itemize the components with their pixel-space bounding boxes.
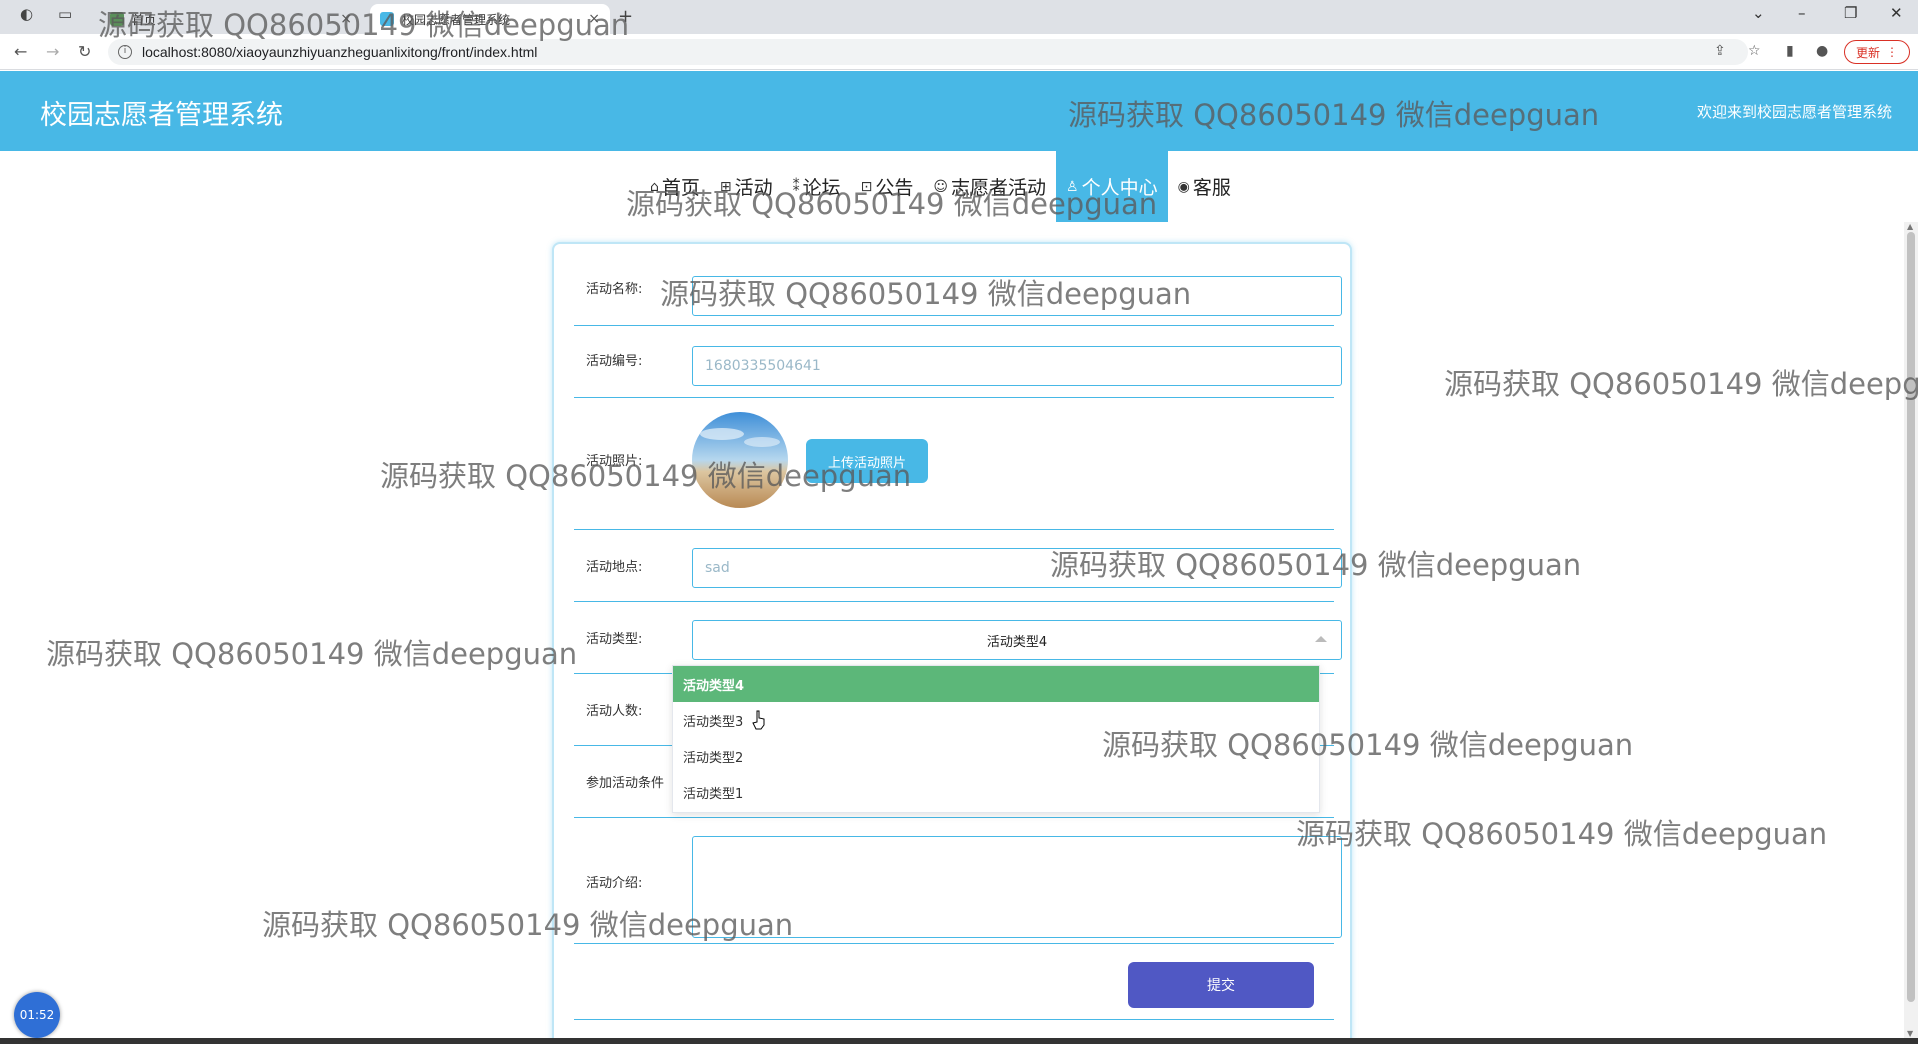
profile-icon[interactable]: ● bbox=[1816, 43, 1828, 59]
watermark: 源码获取 QQ86050149 微信deepguan bbox=[1444, 367, 1918, 401]
type-dropdown: 活动类型4 活动类型3 活动类型2 活动类型1 bbox=[672, 665, 1320, 813]
nav-label: 志愿者活动 bbox=[951, 177, 1047, 199]
new-tab-icon[interactable]: + bbox=[618, 6, 633, 27]
form-row-type: 活动类型: 活动类型4 bbox=[574, 602, 1342, 674]
service-icon: ◉ bbox=[1177, 178, 1190, 195]
side-panel-icon[interactable]: ▮ bbox=[1786, 43, 1794, 59]
count-label: 活动人数: bbox=[586, 704, 643, 719]
browser-tab-home[interactable]: 首页 × bbox=[100, 4, 362, 34]
nav-item-notice[interactable]: ⊡ 公告 bbox=[851, 151, 924, 222]
back-arrow-icon[interactable]: ← bbox=[14, 42, 27, 61]
name-label: 活动名称: bbox=[586, 282, 643, 297]
recording-timer: 01:52 bbox=[14, 992, 60, 1038]
place-input[interactable]: sad bbox=[692, 548, 1342, 588]
code-input[interactable]: 1680335504641 bbox=[692, 346, 1342, 386]
form-row-photo: 活动照片: 上传活动照片 bbox=[574, 398, 1334, 530]
browser-menu-icon[interactable]: ◐ bbox=[20, 5, 33, 23]
close-window-icon[interactable]: ✕ bbox=[1890, 4, 1903, 22]
photo-label: 活动照片: bbox=[586, 454, 643, 469]
url-field[interactable]: i localhost:8080/xiaoyaunzhiyuanzheguanl… bbox=[108, 39, 1748, 65]
browser-address-bar: ← → ↻ i localhost:8080/xiaoyaunzhiyuanzh… bbox=[0, 34, 1918, 70]
nav-item-home[interactable]: ⌂ 首页 bbox=[640, 151, 710, 222]
close-icon[interactable]: × bbox=[340, 11, 352, 27]
site-favicon-icon bbox=[110, 12, 124, 26]
chevron-down-icon[interactable]: ⌄ bbox=[1752, 4, 1765, 22]
page-scrollbar[interactable]: ▲ ▼ bbox=[1904, 222, 1918, 1038]
code-label: 活动编号: bbox=[586, 354, 643, 369]
scroll-up-icon[interactable]: ▲ bbox=[1907, 222, 1913, 231]
nav-item-volunteer-activity[interactable]: ☺ 志愿者活动 bbox=[923, 151, 1056, 222]
intro-textarea[interactable] bbox=[692, 836, 1342, 938]
minimize-icon[interactable]: – bbox=[1798, 4, 1806, 22]
nav-label: 活动 bbox=[734, 177, 773, 199]
activity-photo bbox=[692, 412, 788, 508]
dropdown-option[interactable]: 活动类型4 bbox=[673, 666, 1319, 702]
nav-item-forum[interactable]: ⁑ 论坛 bbox=[783, 151, 851, 222]
dropdown-option[interactable]: 活动类型3 bbox=[673, 702, 1319, 738]
dropdown-option[interactable]: 活动类型1 bbox=[673, 774, 1319, 810]
star-icon[interactable]: ☆ bbox=[1748, 43, 1761, 59]
nav-label: 论坛 bbox=[802, 177, 841, 199]
forward-arrow-icon[interactable]: → bbox=[46, 42, 59, 61]
tab-search-icon[interactable]: ▭ bbox=[58, 5, 72, 23]
dropdown-option[interactable]: 活动类型2 bbox=[673, 738, 1319, 774]
form-row-place: 活动地点: sad bbox=[574, 530, 1342, 602]
nav-label: 客服 bbox=[1192, 177, 1231, 199]
update-button[interactable]: 更新 ⋮ bbox=[1844, 40, 1910, 64]
activity-form: 活动名称: 活动编号: 1680335504641 活动照片: 上传活动照片 活… bbox=[552, 242, 1352, 1044]
type-select[interactable]: 活动类型4 bbox=[692, 620, 1342, 660]
tab-title: 校园志愿者管理系统 bbox=[402, 12, 511, 27]
user-icon: ♙ bbox=[1066, 178, 1079, 195]
watermark: 源码获取 QQ86050149 微信deepguan bbox=[1296, 817, 1828, 851]
caret-up-icon bbox=[1315, 636, 1327, 642]
share-icon[interactable]: ⇪ bbox=[1714, 43, 1726, 59]
browser-tab-system[interactable]: 校园志愿者管理系统 × bbox=[370, 4, 610, 34]
site-header: 校园志愿者管理系统 欢迎来到校园志愿者管理系统 bbox=[0, 71, 1918, 151]
form-row-submit: 提交 bbox=[574, 944, 1334, 1020]
tab-title: 首页 bbox=[132, 12, 157, 27]
notice-icon: ⊡ bbox=[860, 178, 873, 195]
forum-icon: ⁑ bbox=[792, 178, 800, 195]
nav-item-service[interactable]: ◉ 客服 bbox=[1168, 151, 1241, 222]
name-input[interactable] bbox=[692, 276, 1342, 316]
taskbar-strip bbox=[0, 1038, 1918, 1044]
submit-button[interactable]: 提交 bbox=[1128, 962, 1314, 1008]
nav-item-activity[interactable]: ⊞ 活动 bbox=[710, 151, 783, 222]
url-text: localhost:8080/xiaoyaunzhiyuanzheguanlix… bbox=[142, 44, 538, 60]
smile-icon: ☺ bbox=[933, 178, 949, 195]
intro-label: 活动介绍: bbox=[586, 876, 643, 891]
more-icon: ⋮ bbox=[1886, 45, 1898, 59]
update-label: 更新 bbox=[1855, 45, 1880, 60]
site-welcome: 欢迎来到校园志愿者管理系统 bbox=[1696, 103, 1892, 121]
main-nav: ⌂ 首页 ⊞ 活动 ⁑ 论坛 ⊡ 公告 ☺ 志愿者活动 ♙ 个人中心 ◉ 客服 bbox=[640, 151, 1241, 222]
type-label: 活动类型: bbox=[586, 632, 643, 647]
form-row-intro: 活动介绍: bbox=[574, 818, 1342, 944]
site-info-icon[interactable]: i bbox=[118, 45, 132, 59]
close-icon[interactable]: × bbox=[588, 11, 600, 27]
site-title: 校园志愿者管理系统 bbox=[40, 100, 283, 131]
scroll-down-icon[interactable]: ▼ bbox=[1907, 1029, 1913, 1038]
reload-icon[interactable]: ↻ bbox=[78, 42, 91, 61]
type-selected-value: 活动类型4 bbox=[986, 634, 1048, 650]
watermark: 源码获取 QQ86050149 微信deepguan bbox=[46, 637, 578, 671]
condition-label: 参加活动条件 bbox=[586, 776, 665, 791]
grid-icon: ⊞ bbox=[719, 178, 732, 195]
scrollbar-thumb[interactable] bbox=[1907, 232, 1915, 1002]
site-favicon-icon bbox=[380, 12, 394, 26]
upload-photo-button[interactable]: 上传活动照片 bbox=[806, 439, 928, 483]
home-icon: ⌂ bbox=[650, 178, 659, 195]
nav-label: 公告 bbox=[875, 177, 914, 199]
browser-tab-bar: ◐ ▭ 首页 × 校园志愿者管理系统 × + ⌄ – ❐ ✕ bbox=[0, 0, 1918, 34]
nav-label: 个人中心 bbox=[1081, 177, 1158, 199]
form-row-name: 活动名称: bbox=[574, 244, 1342, 326]
nav-item-personal-center[interactable]: ♙ 个人中心 bbox=[1056, 151, 1168, 222]
place-label: 活动地点: bbox=[586, 560, 643, 575]
hand-cursor-icon bbox=[752, 710, 765, 730]
nav-label: 首页 bbox=[661, 177, 700, 199]
form-row-code: 活动编号: 1680335504641 bbox=[574, 326, 1342, 398]
restore-icon[interactable]: ❐ bbox=[1844, 4, 1857, 22]
